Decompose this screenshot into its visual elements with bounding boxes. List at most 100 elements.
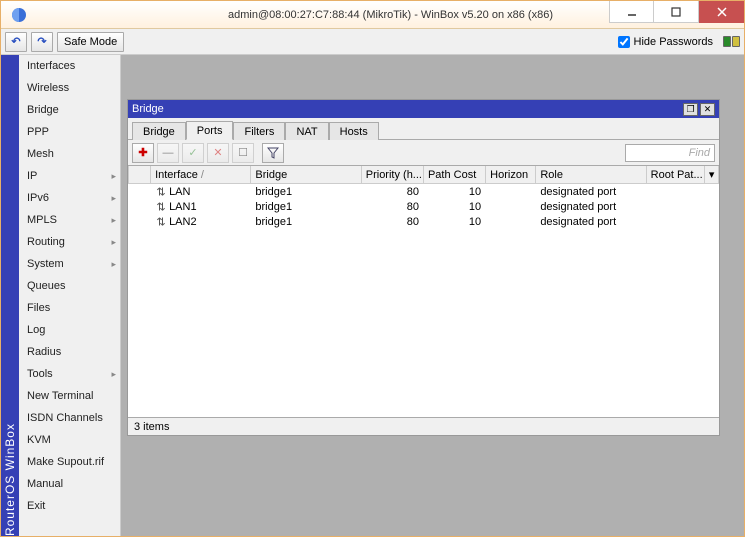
hide-passwords-toggle[interactable]: Hide Passwords [618, 36, 713, 48]
spine-label: RouterOS WinBox [3, 415, 17, 536]
tab-hosts[interactable]: Hosts [329, 122, 379, 140]
sidebar-item-mpls[interactable]: MPLS▸ [19, 209, 120, 231]
bridge-window-close-button[interactable]: ✕ [700, 103, 715, 116]
minimize-button[interactable] [609, 1, 654, 23]
sidebar-item-tools[interactable]: Tools▸ [19, 363, 120, 385]
submenu-indicator-icon: ▸ [111, 193, 116, 204]
cell-priority: 80 [361, 214, 423, 229]
bridge-window-restore-button[interactable]: ❐ [683, 103, 698, 116]
column-header[interactable]: Path Cost [423, 166, 485, 184]
cell-empty [704, 199, 718, 214]
column-header[interactable]: Interface / [151, 166, 251, 184]
safe-mode-button[interactable]: Safe Mode [57, 32, 124, 52]
cell-interface: ⇄LAN [151, 184, 251, 200]
redo-button[interactable]: ↷ [31, 32, 53, 52]
cell-bridge: bridge1 [251, 184, 361, 200]
cell-role: designated port [536, 214, 646, 229]
sidebar-item-bridge[interactable]: Bridge [19, 99, 120, 121]
submenu-indicator-icon: ▸ [111, 215, 116, 226]
sidebar-item-files[interactable]: Files [19, 297, 120, 319]
cell-interface: ⇄LAN2 [151, 214, 251, 229]
app-icon [1, 7, 37, 23]
sidebar-item-ip[interactable]: IP▸ [19, 165, 120, 187]
column-header[interactable]: Horizon [486, 166, 536, 184]
sidebar-item-queues[interactable]: Queues [19, 275, 120, 297]
interface-icon: ⇄ [155, 216, 168, 228]
interface-icon: ⇄ [155, 186, 168, 198]
sidebar: InterfacesWirelessBridgePPPMeshIP▸IPv6▸M… [19, 55, 121, 536]
cell-bridge: bridge1 [251, 199, 361, 214]
close-button[interactable] [699, 1, 744, 23]
cell-horizon [486, 199, 536, 214]
sidebar-item-make-supout-rif[interactable]: Make Supout.rif [19, 451, 120, 473]
sidebar-item-ipv6[interactable]: IPv6▸ [19, 187, 120, 209]
remove-button[interactable]: — [157, 143, 179, 163]
bridge-status-bar: 3 items [128, 417, 719, 435]
cell-pathcost: 10 [423, 214, 485, 229]
lock-icons [723, 36, 740, 47]
bridge-window: Bridge ❐ ✕ BridgePortsFiltersNATHosts ✚ … [127, 99, 720, 436]
sidebar-item-isdn-channels[interactable]: ISDN Channels [19, 407, 120, 429]
column-header[interactable] [129, 166, 151, 184]
sidebar-item-manual[interactable]: Manual [19, 473, 120, 495]
interface-icon: ⇄ [155, 201, 168, 213]
cell-role: designated port [536, 184, 646, 200]
app-window: admin@08:00:27:C7:88:44 (MikroTik) - Win… [0, 0, 745, 537]
sidebar-item-radius[interactable]: Radius [19, 341, 120, 363]
ports-grid[interactable]: Interface /BridgePriority (h...Path Cost… [128, 166, 719, 417]
cell-pathcost: 10 [423, 184, 485, 200]
table-row[interactable]: ⇄LAN2bridge18010 designated port [129, 214, 719, 229]
comment-button[interactable]: ☐ [232, 143, 254, 163]
hide-passwords-label: Hide Passwords [634, 36, 713, 48]
sidebar-item-routing[interactable]: Routing▸ [19, 231, 120, 253]
tab-filters[interactable]: Filters [233, 122, 285, 140]
enable-button[interactable]: ✓ [182, 143, 204, 163]
left-spine: RouterOS WinBox [1, 55, 19, 536]
filter-button[interactable] [262, 143, 284, 163]
table-row[interactable]: ⇄LAN1bridge18010designated port [129, 199, 719, 214]
content-area: Bridge ❐ ✕ BridgePortsFiltersNATHosts ✚ … [121, 55, 744, 536]
sidebar-item-kvm[interactable]: KVM [19, 429, 120, 451]
cell-rootpath [646, 184, 704, 200]
titlebar: admin@08:00:27:C7:88:44 (MikroTik) - Win… [1, 1, 744, 29]
column-header[interactable]: Root Pat... [646, 166, 704, 184]
cell-bridge: bridge1 [251, 214, 361, 229]
submenu-indicator-icon: ▸ [111, 171, 116, 182]
cell-interface: ⇄LAN1 [151, 199, 251, 214]
grid-header-row[interactable]: Interface /BridgePriority (h...Path Cost… [129, 166, 719, 184]
undo-button[interactable]: ↶ [5, 32, 27, 52]
sidebar-item-log[interactable]: Log [19, 319, 120, 341]
tab-ports[interactable]: Ports [186, 121, 234, 140]
maximize-button[interactable] [654, 1, 699, 23]
bridge-toolbar: ✚ — ✓ ✕ ☐ Find [128, 140, 719, 166]
item-count: 3 items [134, 421, 169, 433]
main-toolbar: ↶ ↷ Safe Mode Hide Passwords [1, 29, 744, 55]
disable-button[interactable]: ✕ [207, 143, 229, 163]
sidebar-item-mesh[interactable]: Mesh [19, 143, 120, 165]
sidebar-item-wireless[interactable]: Wireless [19, 77, 120, 99]
sidebar-item-exit[interactable]: Exit [19, 495, 120, 517]
cell-empty [704, 184, 718, 200]
column-header[interactable]: Priority (h... [361, 166, 423, 184]
sidebar-item-interfaces[interactable]: Interfaces [19, 55, 120, 77]
cell-pathcost: 10 [423, 199, 485, 214]
column-menu-button[interactable]: ▾ [704, 166, 718, 184]
tab-bridge[interactable]: Bridge [132, 122, 186, 140]
add-button[interactable]: ✚ [132, 143, 154, 163]
column-header[interactable]: Bridge [251, 166, 361, 184]
bridge-window-titlebar[interactable]: Bridge ❐ ✕ [128, 100, 719, 118]
column-header[interactable]: Role [536, 166, 646, 184]
table-row[interactable]: ⇄LANbridge18010designated port [129, 184, 719, 200]
sidebar-item-system[interactable]: System▸ [19, 253, 120, 275]
submenu-indicator-icon: ▸ [111, 369, 116, 380]
sidebar-item-new-terminal[interactable]: New Terminal [19, 385, 120, 407]
cell-empty [129, 214, 151, 229]
find-input[interactable]: Find [625, 144, 715, 162]
cell-empty [129, 184, 151, 200]
cell-priority: 80 [361, 199, 423, 214]
tab-nat[interactable]: NAT [285, 122, 328, 140]
lock-icon-green [723, 36, 731, 47]
cell-empty [129, 199, 151, 214]
hide-passwords-checkbox[interactable] [618, 36, 630, 48]
sidebar-item-ppp[interactable]: PPP [19, 121, 120, 143]
